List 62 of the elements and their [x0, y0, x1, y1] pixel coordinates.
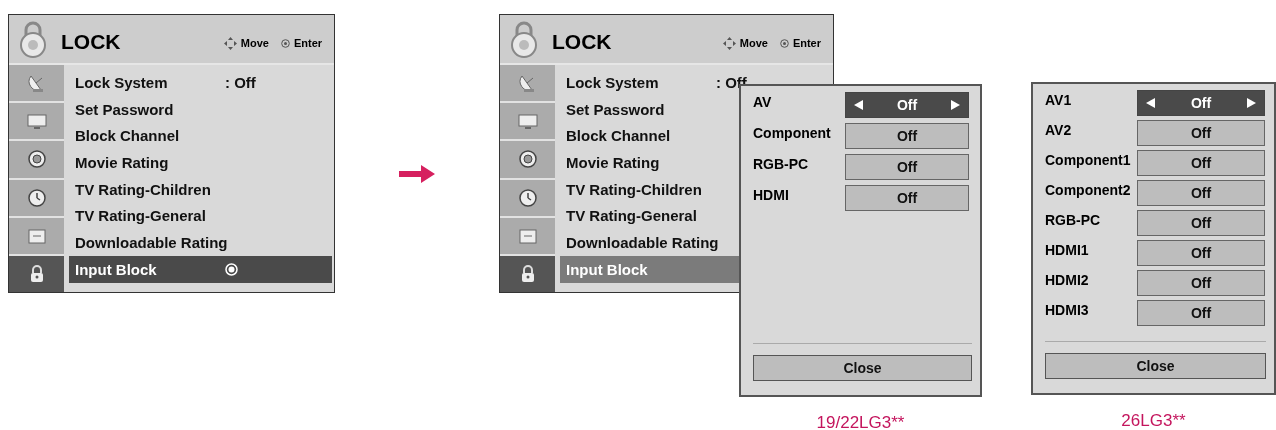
close-button[interactable]: Close	[753, 355, 972, 381]
menu-item[interactable]: Movie Rating	[69, 149, 333, 176]
padlock-icon	[509, 20, 539, 58]
value-selector[interactable]: Off	[845, 185, 969, 211]
move-arrows-icon	[223, 36, 237, 50]
clock-icon	[517, 187, 538, 208]
input-label: RGB-PC	[753, 155, 810, 172]
input-label: RGB-PC	[1045, 211, 1102, 228]
value-selector[interactable]: Off	[1137, 240, 1265, 266]
model-caption: 19/22LG3**	[816, 413, 905, 430]
menu-item[interactable]: Downloadable Rating	[69, 229, 333, 256]
value-selector[interactable]: Off	[845, 92, 969, 118]
enter-icon	[280, 38, 290, 48]
speaker-icon	[517, 149, 538, 170]
menu-title: LOCK	[61, 30, 122, 54]
enter-icon	[779, 38, 789, 48]
value-selector[interactable]: Off	[1137, 210, 1265, 236]
left-arrow-icon	[854, 100, 863, 110]
menu-item[interactable]: TV Rating-Children	[69, 175, 333, 203]
tv-icon	[26, 111, 47, 132]
value-selector[interactable]: Off	[1137, 270, 1265, 296]
menu-item[interactable]: Block Channel	[69, 122, 333, 150]
padlock-icon	[18, 20, 48, 58]
category-tab[interactable]	[500, 255, 555, 293]
menu-title: LOCK	[552, 30, 613, 54]
input-label: Component2	[1045, 181, 1132, 198]
value-selector[interactable]: Off	[1137, 150, 1265, 176]
close-button[interactable]: Close	[1045, 353, 1266, 379]
tv-icon	[517, 111, 538, 132]
hint-label: Enter	[792, 37, 821, 49]
input-label: HDMI3	[1045, 301, 1090, 318]
value-selector[interactable]: Off	[1137, 180, 1265, 206]
hint-label: Move	[739, 37, 768, 49]
menu-item[interactable]: Input Block	[69, 255, 333, 283]
menu-item[interactable]: Set Password	[69, 95, 333, 123]
speaker-icon	[26, 149, 47, 170]
input-label: Component1	[1045, 151, 1132, 168]
menu-item[interactable]: TV Rating-General	[69, 202, 333, 230]
right-arrow-icon	[1247, 98, 1256, 108]
move-arrows-icon	[722, 36, 736, 50]
value-selector[interactable]: Off	[1137, 90, 1265, 116]
input-label: Component	[753, 124, 832, 141]
input-label: AV1	[1045, 91, 1073, 108]
input-label: HDMI	[753, 186, 790, 203]
model-caption: 26LG3**	[1121, 411, 1186, 430]
hint-label: Enter	[293, 37, 323, 49]
enter-icon	[225, 262, 238, 276]
menu-item[interactable]: Lock System : Off	[69, 69, 333, 96]
right-arrow-icon	[951, 100, 960, 110]
value-selector[interactable]: Off	[1137, 300, 1265, 326]
value-selector[interactable]: Off	[845, 154, 969, 180]
input-label: AV2	[1045, 121, 1073, 138]
value-selector[interactable]: Off	[845, 123, 969, 149]
category-tab[interactable]	[9, 255, 64, 293]
input-label: AV	[753, 93, 773, 110]
input-label: HDMI1	[1045, 241, 1090, 258]
input-label: HDMI2	[1045, 271, 1090, 288]
right-arrow-icon	[399, 164, 435, 184]
hint-label: Move	[240, 37, 269, 49]
value-selector[interactable]: Off	[1137, 120, 1265, 146]
clock-icon	[26, 187, 47, 208]
left-arrow-icon	[1146, 98, 1155, 108]
